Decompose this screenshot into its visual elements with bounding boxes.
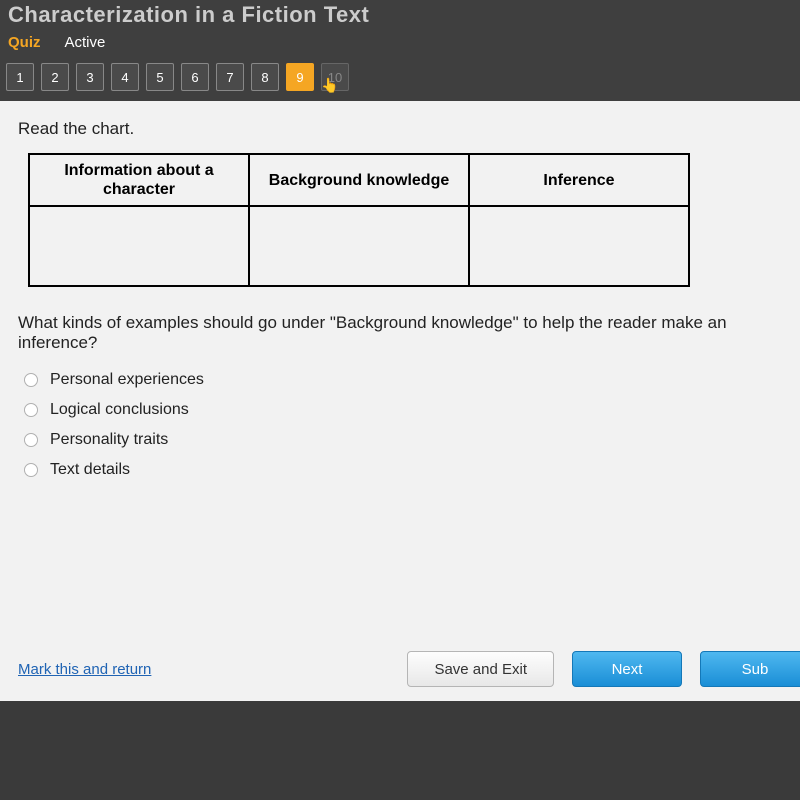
inference-chart-table: Information about a character Background… xyxy=(28,153,690,287)
table-header-1: Information about a character xyxy=(29,154,249,206)
footer-bar: Mark this and return Save and Exit Next … xyxy=(18,651,800,687)
page-title: Characterization in a Fiction Text xyxy=(8,0,792,34)
mark-and-return-link[interactable]: Mark this and return xyxy=(18,661,151,678)
option-label-4: Text details xyxy=(50,461,130,479)
table-header-3: Inference xyxy=(469,154,689,206)
header-tabs: Quiz Active xyxy=(8,34,792,57)
option-row-1[interactable]: Personal experiences xyxy=(24,371,782,389)
option-label-2: Logical conclusions xyxy=(50,401,189,419)
question-text: What kinds of examples should go under "… xyxy=(18,313,782,353)
radio-option-3[interactable] xyxy=(24,433,38,447)
tab-active[interactable]: Active xyxy=(65,34,106,51)
nav-question-7[interactable]: 7 xyxy=(216,63,244,91)
option-row-4[interactable]: Text details xyxy=(24,461,782,479)
save-and-exit-button[interactable]: Save and Exit xyxy=(407,651,554,687)
nav-question-8[interactable]: 8 xyxy=(251,63,279,91)
option-label-1: Personal experiences xyxy=(50,371,204,389)
nav-question-4[interactable]: 4 xyxy=(111,63,139,91)
table-cell-1 xyxy=(29,206,249,286)
option-row-3[interactable]: Personality traits xyxy=(24,431,782,449)
content-panel: Read the chart. Information about a char… xyxy=(0,101,800,701)
nav-question-6[interactable]: 6 xyxy=(181,63,209,91)
radio-option-4[interactable] xyxy=(24,463,38,477)
nav-question-10[interactable]: 10 xyxy=(321,63,349,91)
nav-question-5[interactable]: 5 xyxy=(146,63,174,91)
submit-button[interactable]: Sub xyxy=(700,651,800,687)
option-label-3: Personality traits xyxy=(50,431,168,449)
nav-question-2[interactable]: 2 xyxy=(41,63,69,91)
table-cell-3 xyxy=(469,206,689,286)
tab-quiz[interactable]: Quiz xyxy=(8,34,41,51)
nav-question-9-current[interactable]: 9 xyxy=(286,63,314,91)
next-button[interactable]: Next xyxy=(572,651,682,687)
answer-options: Personal experiences Logical conclusions… xyxy=(24,371,782,479)
nav-question-1[interactable]: 1 xyxy=(6,63,34,91)
radio-option-1[interactable] xyxy=(24,373,38,387)
table-cell-2 xyxy=(249,206,469,286)
question-nav: 1 2 3 4 5 6 7 8 9 10 👆 xyxy=(0,57,800,101)
radio-option-2[interactable] xyxy=(24,403,38,417)
table-header-2: Background knowledge xyxy=(249,154,469,206)
option-row-2[interactable]: Logical conclusions xyxy=(24,401,782,419)
nav-question-3[interactable]: 3 xyxy=(76,63,104,91)
instruction-text: Read the chart. xyxy=(18,119,782,139)
